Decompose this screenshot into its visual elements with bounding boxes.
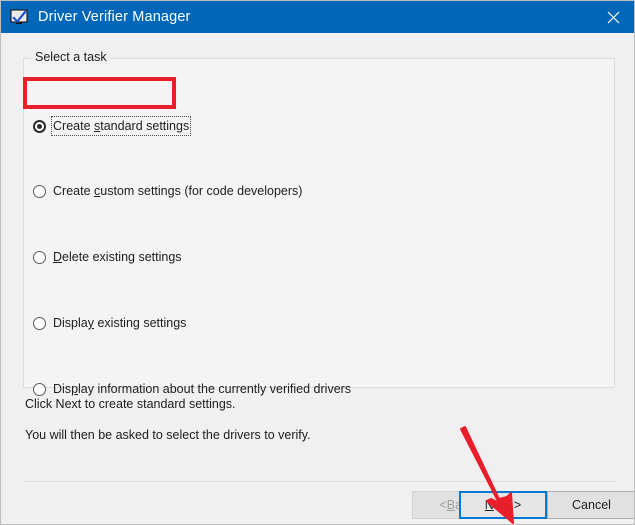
radio-create-custom-settings[interactable]: Create custom settings (for code develop… (33, 181, 302, 201)
driver-verifier-icon (9, 7, 29, 27)
close-icon[interactable] (590, 1, 634, 33)
radio-delete-existing-settings[interactable]: Delete existing settings (33, 247, 182, 267)
radio-create-standard-settings[interactable]: Create standard settings (33, 116, 192, 136)
radio-indicator (33, 316, 46, 330)
client-area: Select a task Create standard settings C… (1, 33, 634, 524)
radio-indicator (33, 382, 46, 396)
footer-separator (23, 481, 615, 482)
window-title: Driver Verifier Manager (38, 9, 191, 25)
radio-label: Delete existing settings (53, 250, 182, 264)
radio-label: Display information about the currently … (53, 382, 352, 396)
radio-display-information-verified-drivers[interactable]: Display information about the currently … (33, 379, 351, 399)
radio-indicator (33, 250, 46, 264)
select-a-task-groupbox (23, 58, 615, 388)
radio-indicator (33, 184, 46, 198)
driver-verifier-manager-window: Driver Verifier Manager Select a task Cr… (0, 0, 635, 525)
groupbox-label: Select a task (31, 50, 111, 64)
title-bar: Driver Verifier Manager (1, 1, 634, 33)
cancel-button[interactable]: Cancel (547, 491, 634, 519)
radio-indicator (33, 119, 46, 133)
radio-label: Display existing settings (53, 316, 187, 330)
radio-label: Create standard settings (50, 116, 192, 136)
info-line-1: Click Next to create standard settings. (25, 397, 236, 411)
info-line-2: You will then be asked to select the dri… (25, 428, 311, 442)
radio-display-existing-settings[interactable]: Display existing settings (33, 313, 186, 333)
next-button[interactable]: Next > (459, 491, 547, 519)
radio-label: Create custom settings (for code develop… (53, 184, 303, 198)
